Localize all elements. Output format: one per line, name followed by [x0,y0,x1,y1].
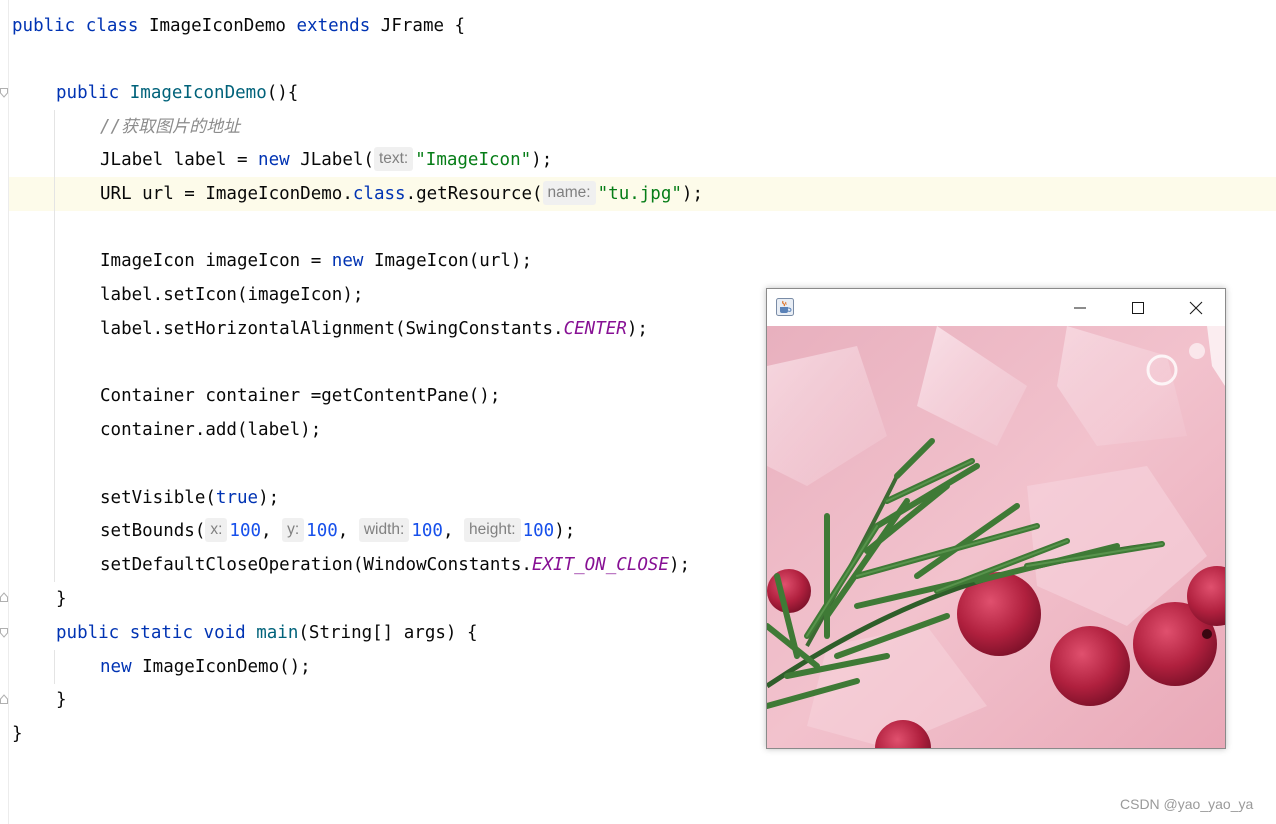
code-line-add[interactable]: container.add(label); [100,413,321,447]
code-line-closing-brace[interactable]: } [56,582,67,616]
close-icon [1189,301,1203,314]
window-titlebar[interactable] [767,289,1225,326]
code-line-closing-brace[interactable]: } [56,683,67,717]
code-text: , [442,521,465,541]
keyword: true [215,488,259,508]
code-text: ImageIcon(url); [363,251,532,271]
keyword: new [331,251,364,271]
number-literal: 100 [522,521,555,541]
fold-end-marker-icon[interactable] [0,694,8,704]
keyword: public [56,83,120,103]
keyword: static [129,623,193,643]
fold-marker-icon[interactable] [0,628,8,638]
code-text: ); [531,150,553,170]
comment-text: 获取图片的地址 [121,117,241,137]
code-line-jlabel[interactable]: JLabel label = new JLabel(text: "ImageIco… [100,143,552,177]
parameter-hint: y: [282,518,305,542]
code-text: .getResource( [405,184,543,204]
constant: CENTER [563,319,627,339]
code-text: , [337,521,359,541]
string-literal: "ImageIcon" [415,150,532,170]
parameter-hint: text: [373,147,414,171]
maximize-icon [1132,301,1144,314]
keyword: class [85,16,139,36]
code-text: ); [554,521,576,541]
keyword: extends [296,16,371,36]
code-text: JLabel label = [100,150,259,170]
method-name: ImageIconDemo [129,83,267,103]
code-text: ImageIcon imageIcon = [100,251,332,271]
code-text: } [56,589,67,609]
parameter-hint: width: [358,518,410,542]
java-frame-window[interactable] [766,288,1226,749]
code-text: ); [626,319,648,339]
code-line-alignment[interactable]: label.setHorizontalAlignment(SwingConsta… [100,312,648,346]
code-line-closing-brace[interactable]: } [12,717,23,751]
code-text: Container container =getContentPane(); [100,386,501,406]
parameter-hint: height: [464,518,521,542]
indent-guide [54,110,55,582]
code-text: container.add(label); [100,420,322,440]
code-text: setVisible( [100,488,216,508]
rosemary-and-red-berries-photo [767,326,1225,748]
string-literal: "tu.jpg" [597,184,682,204]
java-cup-icon[interactable] [776,298,794,316]
code-text: ImageIconDemo(); [131,657,311,677]
code-text: ); [258,488,280,508]
code-line-seticon[interactable]: label.setIcon(imageIcon); [100,278,363,312]
code-line-closeop[interactable]: setDefaultCloseOperation(WindowConstants… [100,548,690,582]
code-line-comment[interactable]: //获取图片的地址 [100,110,240,144]
code-line-setbounds[interactable]: setBounds(x: 100, y: 100, width: 100, heigh… [100,514,575,548]
fold-marker-icon[interactable] [0,88,8,98]
code-text: (String[] args) { [298,623,478,643]
code-line-container[interactable]: Container container =getContentPane(); [100,379,500,413]
constant: EXIT_ON_CLOSE [531,555,669,575]
parameter-hint: name: [542,181,596,205]
minimize-icon [1074,307,1086,308]
code-line-imageicon[interactable]: ImageIcon imageIcon = new ImageIcon(url)… [100,244,532,278]
minimize-button[interactable] [1051,289,1109,326]
keyword: void [203,623,246,643]
code-text: label.setHorizontalAlignment(SwingConsta… [100,319,564,339]
csdn-watermark: CSDN @yao_yao_ya [1120,796,1254,812]
code-text: , [261,521,283,541]
code-text: URL url = ImageIconDemo. [100,184,353,204]
number-literal: 100 [229,521,262,541]
code-line-setvisible[interactable]: setVisible(true); [100,481,279,515]
method-name: main [256,623,299,643]
code-text: } [12,724,23,744]
code-line-main[interactable]: public static void main(String[] args) { [56,616,478,650]
code-text: label.setIcon(imageIcon); [100,285,364,305]
number-literal: 100 [306,521,338,541]
maximize-button[interactable] [1109,289,1167,326]
comment-slashes: // [100,117,122,137]
indent-guide [54,650,55,684]
code-line-class-declaration[interactable]: public class ImageIconDemo extends JFram… [12,9,465,43]
code-text: } [56,690,67,710]
keyword: new [100,657,132,677]
keyword: new [258,150,290,170]
code-line-new-demo[interactable]: new ImageIconDemo(); [100,650,311,684]
window-content-image [767,326,1225,748]
close-button[interactable] [1167,289,1225,326]
code-text: ); [681,184,703,204]
code-text: (){ [266,83,299,103]
keyword: class [352,184,406,204]
code-line-constructor[interactable]: public ImageIconDemo(){ [56,76,298,110]
code-text: setBounds( [100,521,206,541]
parameter-hint: x: [205,518,228,542]
code-text: JLabel( [289,150,374,170]
class-name: ImageIconDemo [138,16,297,36]
keyword: public [56,623,120,643]
keyword: public [12,16,76,36]
code-line-url[interactable]: URL url = ImageIconDemo.class.getResourc… [100,177,703,211]
number-literal: 100 [411,521,443,541]
fold-end-marker-icon[interactable] [0,592,8,602]
code-text: setDefaultCloseOperation(WindowConstants… [100,555,532,575]
code-text: ); [668,555,691,575]
code-text: JFrame { [370,16,466,36]
